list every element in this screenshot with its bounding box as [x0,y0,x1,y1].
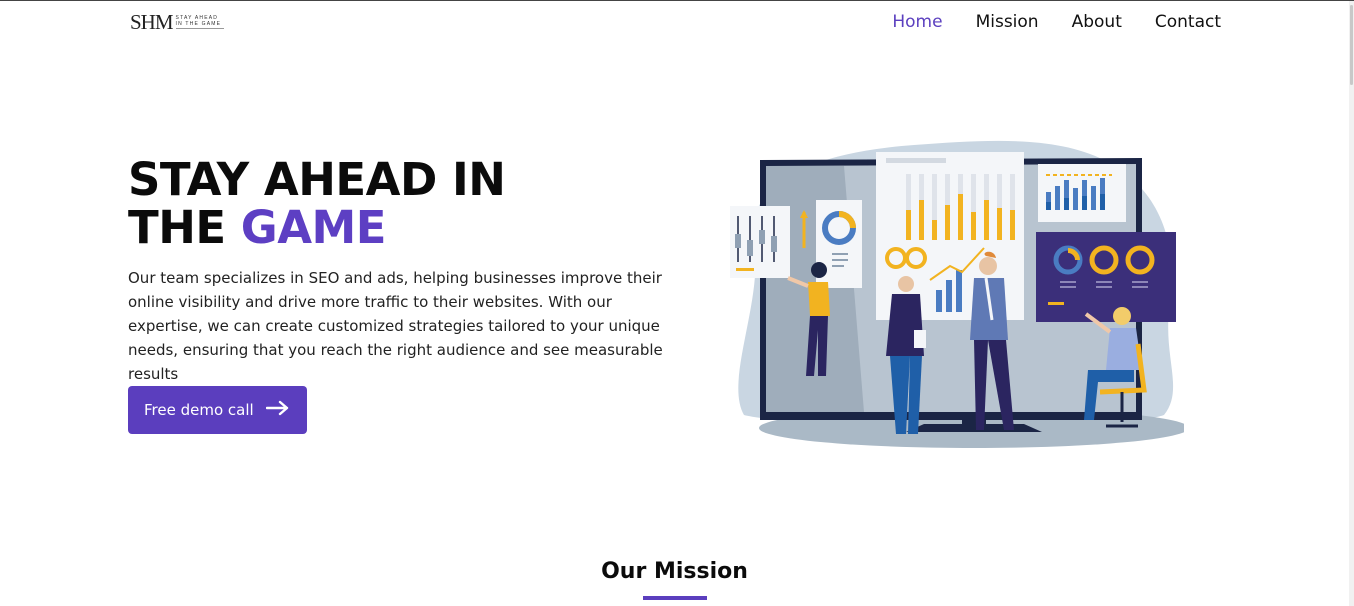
page-scrollbar[interactable] [1349,1,1354,606]
nav-item-contact[interactable]: Contact [1155,12,1221,32]
hero-title-line1: STAY AHEAD IN [128,153,506,206]
hero-description: Our team specializes in SEO and ads, hel… [128,269,663,383]
main-nav: Home Mission About Contact [892,12,1221,32]
logo-tagline-line2: IN THE GAME [175,21,222,27]
hero-title-accent: GAME [240,201,387,254]
nav-item-mission[interactable]: Mission [976,12,1039,32]
window-top-border [0,0,1354,1]
brand-logo[interactable]: SHM STAY AHEAD IN THE GAME [130,10,224,34]
arrow-right-icon [265,400,290,420]
logo-mark: SHM [130,9,174,34]
hero-title-line2-prefix: THE [128,201,241,254]
scrollbar-thumb[interactable] [1350,5,1353,85]
mission-title-underline [643,596,707,600]
logo-tagline: STAY AHEAD IN THE GAME [175,15,224,30]
nav-item-home[interactable]: Home [892,12,942,32]
hero-illustration [724,130,1189,455]
cta-label: Free demo call [144,401,254,419]
nav-item-about[interactable]: About [1072,12,1122,32]
mission-section-title: Our Mission [601,559,748,584]
free-demo-call-button[interactable]: Free demo call [128,386,307,434]
hero-title: STAY AHEAD IN THE GAME [128,153,506,254]
